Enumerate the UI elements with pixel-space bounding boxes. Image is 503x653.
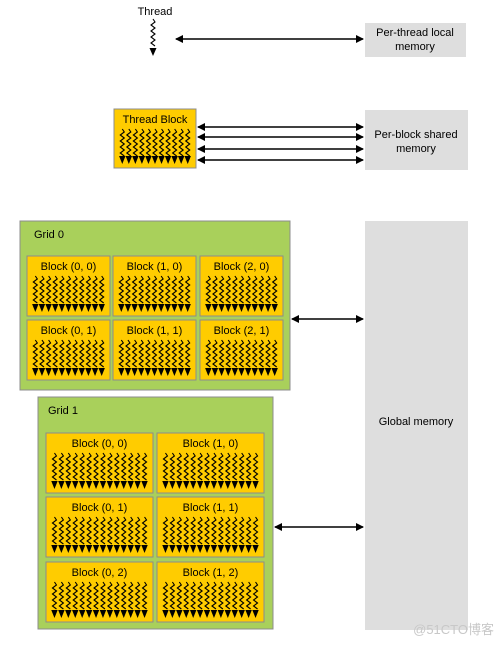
thread-block-box: Thread Block: [113, 108, 197, 169]
grid-1-block: Block (1, 0): [156, 432, 265, 494]
grid-0-block: Block (1, 0): [112, 255, 197, 317]
thread-block: Thread Block: [113, 108, 197, 169]
grid-0-block: Block (1, 1): [112, 319, 197, 381]
shared-memory-label-1: Per-block shared: [374, 129, 457, 141]
grid-1-block: Block (1, 2): [156, 561, 265, 623]
block-label: Block (0, 2): [72, 567, 128, 579]
block-label: Block (2, 1): [214, 325, 270, 337]
block-label: Block (0, 0): [41, 261, 97, 273]
grid-0-label: Grid 0: [34, 229, 64, 241]
grid-1-block: Block (0, 1): [45, 496, 154, 558]
grid-1-block: Block (0, 0): [45, 432, 154, 494]
grid-0-block: Block (2, 0): [199, 255, 284, 317]
grid-1-block: Block (1, 1): [156, 496, 265, 558]
global-memory-label: Global memory: [379, 416, 454, 428]
block-shared-arrows: [197, 123, 364, 164]
block-label: Block (0, 0): [72, 438, 128, 450]
block-label: Block (1, 0): [127, 261, 183, 273]
watermark: @51CTO博客: [413, 622, 494, 637]
local-memory-label-2: memory: [395, 41, 435, 53]
grid-1-label: Grid 1: [48, 405, 78, 417]
local-memory-label-1: Per-thread local: [376, 27, 454, 39]
block-label: Block (2, 0): [214, 261, 270, 273]
block-label: Block (1, 2): [183, 567, 239, 579]
block-label: Block (1, 1): [127, 325, 183, 337]
block-label: Block (0, 1): [41, 325, 97, 337]
grid-0-block: Block (0, 0): [26, 255, 111, 317]
block-label: Thread Block: [123, 114, 188, 126]
thread-label: Thread: [138, 6, 173, 18]
thread-squiggle-icon: [149, 18, 157, 56]
thread-arrowhead: [149, 48, 157, 56]
shared-memory-label-2: memory: [396, 143, 436, 155]
thread-squiggle: [150, 18, 156, 47]
grid-0-block: Block (2, 1): [199, 319, 284, 381]
block-label: Block (1, 0): [183, 438, 239, 450]
grid-0-block: Block (0, 1): [26, 319, 111, 381]
block-label: Block (1, 1): [183, 502, 239, 514]
cuda-memory-hierarchy-diagram: Per-thread local memory Per-block shared…: [19, 6, 494, 637]
grid-1-block: Block (0, 2): [45, 561, 154, 623]
block-label: Block (0, 1): [72, 502, 128, 514]
